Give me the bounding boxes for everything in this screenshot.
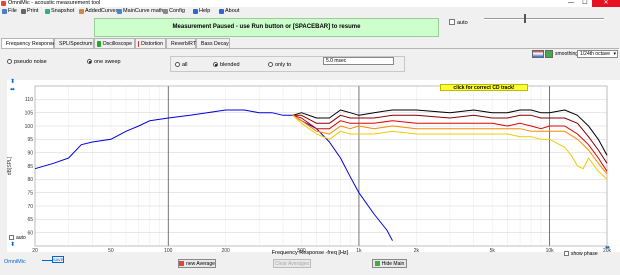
snapshot-icon bbox=[45, 8, 50, 14]
menu-item-label: Print bbox=[27, 8, 39, 14]
radio-gate-all[interactable] bbox=[175, 62, 180, 67]
show-phase-checkbox[interactable] bbox=[564, 251, 569, 256]
y-tick-label: 100 bbox=[25, 124, 34, 130]
radio-gate-blended-label: blended bbox=[220, 62, 240, 68]
export-icon[interactable] bbox=[545, 50, 553, 58]
status-message: Measurement Paused - use Run button or [… bbox=[172, 24, 361, 30]
about-icon bbox=[219, 8, 224, 14]
menu-item-snapshot[interactable]: Snapshot bbox=[45, 7, 74, 15]
tab-spl-spectrum[interactable]: SPL/Spectrum bbox=[54, 38, 94, 48]
menu-item-addedcurves[interactable]: AddedCurves bbox=[79, 7, 118, 15]
config-icon bbox=[163, 8, 168, 14]
side-auto-label: auto bbox=[16, 235, 26, 241]
y-tick-label: 80 bbox=[27, 177, 33, 183]
tab-distortion[interactable]: Distortion bbox=[135, 38, 166, 48]
hide-main-label: Hide Main bbox=[381, 260, 405, 267]
menu-item-maincurve-math[interactable]: MainCurve math bbox=[117, 7, 163, 15]
smoothing-label: smoothing bbox=[555, 51, 579, 57]
tab-label: Oscilloscope bbox=[102, 40, 132, 47]
clear-averages-button[interactable]: Clear Averages bbox=[273, 259, 311, 268]
file-icon bbox=[2, 8, 7, 14]
tab-reverb-rtc[interactable]: Reverb/RTC bbox=[166, 38, 200, 48]
frequency-response-chart[interactable]: 110105100959085807570656020 50 100 200 500 1k… bbox=[0, 78, 620, 254]
level-slider-thumb[interactable] bbox=[524, 14, 526, 23]
tab-label: SPL/Spectrum bbox=[59, 40, 93, 47]
menu-item-help[interactable]: Help bbox=[193, 7, 210, 15]
y-axis-unit: dB[SPL] bbox=[7, 156, 13, 175]
oscilloscope-icon bbox=[97, 40, 101, 47]
y-tick-label: 75 bbox=[27, 190, 33, 196]
radio-pseudo-noise[interactable] bbox=[7, 59, 12, 64]
new-average-button[interactable]: new Average bbox=[178, 259, 216, 268]
tab-bass-decay[interactable]: Bass Decay bbox=[196, 38, 230, 48]
menu-item-config[interactable]: Config bbox=[163, 7, 185, 15]
menu-item-label: About bbox=[225, 8, 240, 14]
auto-checkbox-label: auto bbox=[457, 20, 468, 26]
radio-pseudo-noise-label: pseudo noise bbox=[14, 59, 47, 65]
level-slider-track[interactable] bbox=[484, 18, 604, 20]
series-line-0 bbox=[34, 109, 393, 241]
hide-main-button[interactable]: Hide Main bbox=[372, 259, 407, 268]
distortion-icon bbox=[138, 40, 140, 47]
maximize-button[interactable]: ☐ bbox=[578, 0, 592, 7]
tab-oscilloscope[interactable]: Oscilloscope bbox=[94, 38, 135, 48]
y-zoom-icon[interactable]: ⬍ bbox=[10, 242, 15, 248]
y-tick-label: 70 bbox=[27, 204, 33, 210]
green-swatch-icon bbox=[374, 261, 380, 266]
chevron-down-icon: ▾ bbox=[613, 51, 616, 57]
new-average-label: new Average bbox=[186, 260, 215, 267]
app-icon bbox=[1, 1, 6, 6]
gate-time-field[interactable]: 5.0 msec bbox=[323, 57, 394, 65]
print-icon bbox=[21, 8, 26, 14]
logo-line bbox=[42, 260, 52, 261]
y-tick-label: 90 bbox=[27, 150, 33, 156]
y-tick-label: 85 bbox=[27, 164, 33, 170]
tab-label: Distortion bbox=[141, 40, 163, 47]
minimize-button[interactable]: — bbox=[564, 0, 578, 7]
radio-gate-only-to[interactable] bbox=[268, 62, 273, 67]
close-button[interactable]: ✕ bbox=[592, 0, 620, 7]
radio-gate-only-to-label: only to bbox=[275, 62, 292, 68]
y-tick-label: 60 bbox=[27, 230, 33, 236]
y-tick-label: 65 bbox=[27, 217, 33, 223]
menu-item-label: Config bbox=[169, 8, 185, 14]
menu-item-label: MainCurve math bbox=[123, 8, 164, 14]
x-axis-label: Frequency Response -freq [Hz] bbox=[271, 250, 349, 256]
math-icon bbox=[117, 8, 122, 14]
added-curves-icon bbox=[79, 8, 84, 14]
menu-item-label: File bbox=[8, 8, 17, 14]
menu-item-about[interactable]: About bbox=[219, 7, 239, 15]
menu-item-file[interactable]: File bbox=[2, 7, 17, 15]
menu-item-label: Help bbox=[199, 8, 211, 14]
smoothing-value: 1/24th octave bbox=[580, 51, 611, 57]
show-phase-label: show phase bbox=[571, 251, 598, 257]
omnimic-logo: OmniMic bbox=[4, 259, 26, 265]
save-mode-box[interactable]: SAVE bbox=[52, 256, 64, 263]
zoom-up-down-icon[interactable]: ⬍ bbox=[10, 79, 15, 85]
menu-item-label: AddedCurves bbox=[85, 8, 119, 14]
smoothing-dropdown[interactable]: 1/24th octave ▾ bbox=[577, 50, 618, 58]
radio-one-sweep-label: one sweep bbox=[94, 59, 121, 65]
help-icon bbox=[193, 8, 198, 14]
menu-item-label: Snapshot bbox=[51, 8, 75, 14]
flag-icon[interactable] bbox=[532, 50, 544, 58]
y-tick-label: 95 bbox=[27, 137, 33, 143]
y-tick-label: 105 bbox=[25, 110, 34, 116]
auto-checkbox[interactable] bbox=[449, 19, 455, 25]
menu-item-print[interactable]: Print bbox=[21, 7, 38, 15]
radio-gate-all-label: all bbox=[182, 62, 188, 68]
window-title: OmniMic - acoustic measurement tool bbox=[8, 0, 101, 6]
y-tick-label: 110 bbox=[25, 97, 33, 103]
side-auto-checkbox[interactable] bbox=[9, 235, 14, 240]
tab-label: Bass Decay bbox=[201, 40, 229, 47]
radio-gate-blended[interactable] bbox=[213, 62, 218, 67]
pan-arrows-icon[interactable]: ⬌ bbox=[10, 87, 15, 93]
red-swatch-icon bbox=[179, 261, 185, 266]
radio-one-sweep[interactable] bbox=[87, 59, 92, 64]
cd-track-hint[interactable]: click for correct CD track! bbox=[440, 84, 528, 91]
